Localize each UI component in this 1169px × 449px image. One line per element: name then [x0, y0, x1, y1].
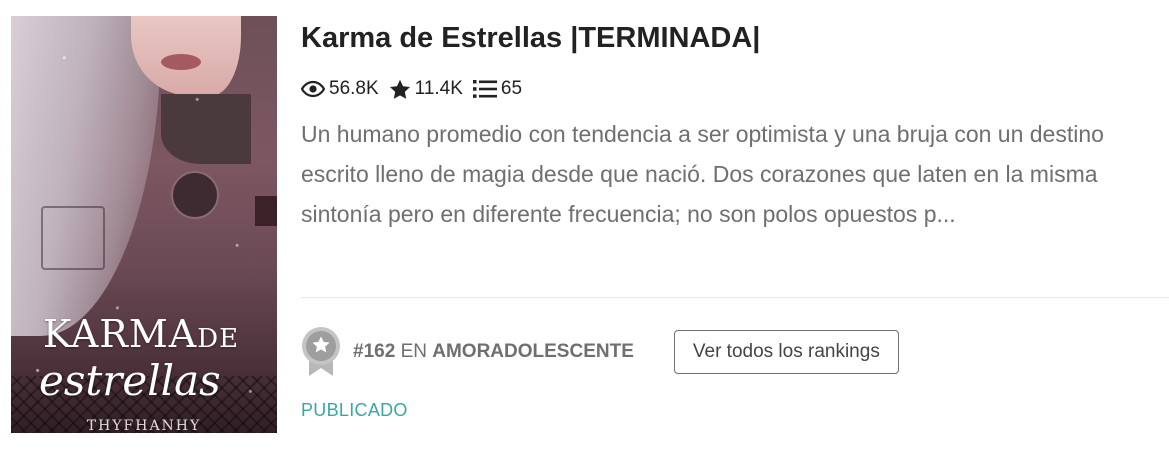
- story-cover-image[interactable]: KARMADE estrellas THYFHANHY: [11, 16, 277, 433]
- votes-count: 11.4K: [414, 78, 463, 99]
- reads-stat: 56.8K: [301, 78, 379, 100]
- ribbon-medal-icon: [302, 327, 340, 376]
- cover-author: THYFHANHY: [86, 418, 202, 433]
- story-description: Un humano promedio con tendencia a ser o…: [301, 121, 1104, 227]
- story-title[interactable]: Karma de Estrellas |TERMINADA|: [301, 22, 760, 55]
- ranking-label: #162 EN AMORADOLESCENTE: [353, 341, 634, 363]
- cover-title-line2: estrellas: [39, 356, 221, 405]
- eye-icon: [301, 80, 325, 98]
- parts-stat: 65: [472, 78, 523, 100]
- ranking-preposition: EN: [400, 341, 427, 362]
- story-status-label: PUBLICADO: [301, 400, 408, 420]
- story-card: KARMADE estrellas THYFHANHY Karma de Est…: [0, 0, 1169, 449]
- reads-count: 56.8K: [329, 78, 379, 99]
- parts-count: 65: [500, 78, 523, 99]
- votes-stat: 11.4K: [389, 78, 463, 100]
- ranking-row: #162 EN AMORADOLESCENTE Ver todos los ra…: [301, 326, 899, 378]
- list-icon: [472, 80, 497, 98]
- ranking-number: #162: [353, 341, 396, 362]
- section-divider: [301, 297, 1169, 298]
- story-stats: 56.8K 11.4K 65: [301, 76, 532, 102]
- cover-title-line1: KARMADE: [43, 312, 240, 356]
- star-icon: [389, 79, 410, 99]
- view-all-rankings-button[interactable]: Ver todos los rankings: [673, 330, 899, 374]
- ranking-category[interactable]: AMORADOLESCENTE: [432, 341, 634, 362]
- cover-title-de: DE: [197, 324, 240, 354]
